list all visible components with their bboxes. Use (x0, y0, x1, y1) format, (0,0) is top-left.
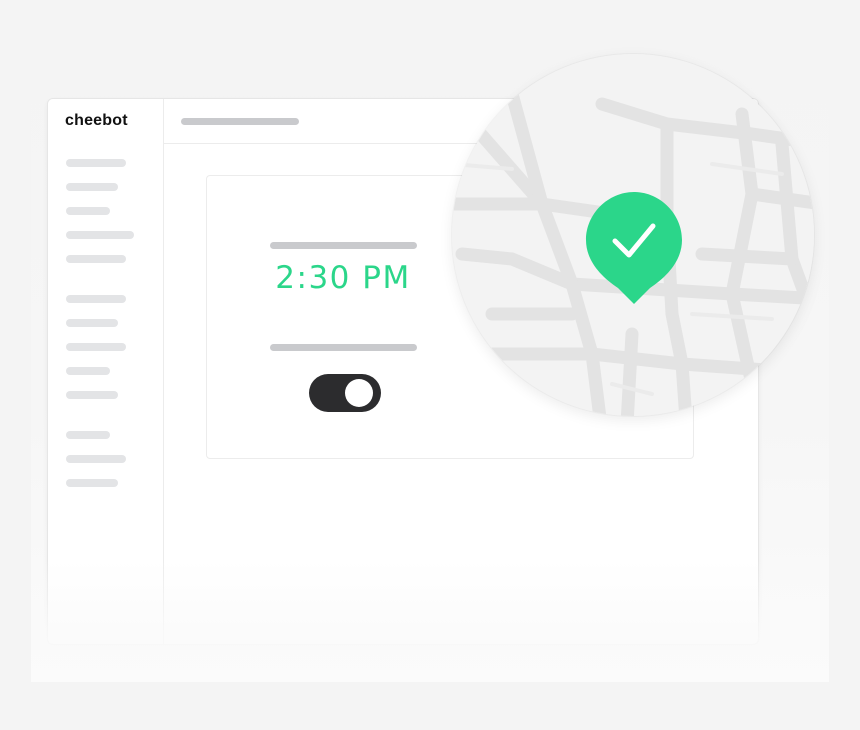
bottom-fade (31, 560, 829, 682)
sidebar-item-placeholder[interactable] (66, 295, 126, 303)
map-view[interactable] (452, 54, 814, 416)
sidebar-item-placeholder[interactable] (66, 159, 126, 167)
map-magnifier (452, 54, 814, 416)
sidebar-item-placeholder[interactable] (66, 479, 118, 487)
sidebar-item-placeholder[interactable] (66, 455, 126, 463)
page-title-placeholder (181, 118, 299, 125)
app-logo[interactable]: cheebot (65, 112, 128, 130)
sidebar-item-placeholder[interactable] (66, 343, 126, 351)
sidebar-item-placeholder[interactable] (66, 319, 118, 327)
sidebar-item-placeholder[interactable] (66, 231, 134, 239)
sidebar-item-placeholder[interactable] (66, 183, 118, 191)
sidebar-item-placeholder[interactable] (66, 255, 126, 263)
card-label-placeholder (270, 344, 417, 351)
sidebar-item-placeholder[interactable] (66, 367, 110, 375)
scheduled-time: 2:30 PM (275, 260, 411, 296)
schedule-toggle[interactable] (309, 374, 381, 412)
toggle-knob[interactable] (345, 379, 373, 407)
illustration-stage: cheebot 2:30 PM (0, 0, 860, 730)
sidebar-item-placeholder[interactable] (66, 207, 110, 215)
sidebar-item-placeholder[interactable] (66, 431, 110, 439)
card-label-placeholder (270, 242, 417, 249)
sidebar-item-placeholder[interactable] (66, 391, 118, 399)
